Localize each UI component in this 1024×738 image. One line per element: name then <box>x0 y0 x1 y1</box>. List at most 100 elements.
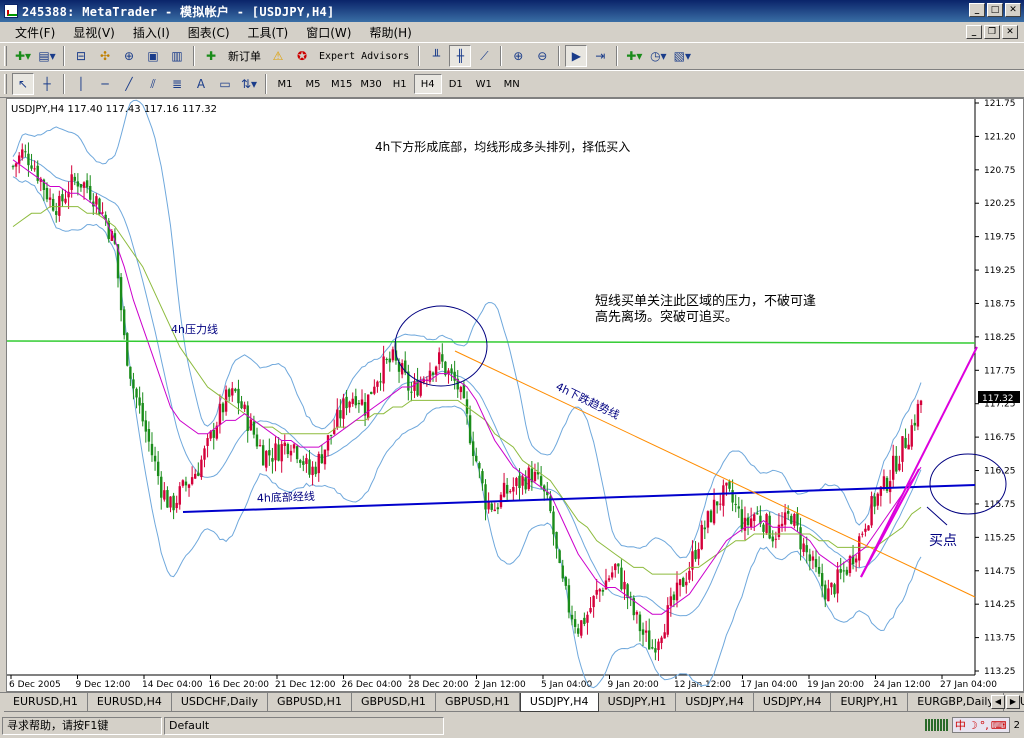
minimize-button[interactable]: _ <box>969 3 985 17</box>
bar-chart-icon[interactable]: ╨ <box>425 45 447 67</box>
chart-tab[interactable]: EURUSD,H4 <box>87 693 172 712</box>
profiles-icon[interactable]: ▤▾ <box>36 45 58 67</box>
fibonacci-icon[interactable]: ≣ <box>166 73 188 95</box>
y-tick-label: 114.75 <box>984 567 1016 577</box>
timeframe-w1[interactable]: W1 <box>470 74 498 94</box>
cursor-icon[interactable]: ↖ <box>12 73 34 95</box>
mdi-restore-button[interactable]: ❐ <box>984 25 1000 39</box>
candle-body <box>471 441 475 457</box>
candle-body <box>299 460 302 463</box>
trendline-icon[interactable]: ╱ <box>118 73 140 95</box>
menu-window[interactable]: 窗口(W) <box>297 24 360 41</box>
ime-moon-icon[interactable]: ☽ <box>968 719 978 732</box>
candle-body <box>564 577 568 586</box>
candle-body <box>48 197 52 200</box>
price-chart[interactable]: 121.75 121.20 120.75 120.25 119.75 119.25 118.… <box>6 99 1023 691</box>
candle-body <box>845 569 849 575</box>
crosshair-icon[interactable]: ┼ <box>36 73 58 95</box>
candlestick-icon[interactable]: ╫ <box>449 45 472 67</box>
resistance-line[interactable] <box>6 340 976 344</box>
candle-body <box>638 614 642 632</box>
candle-body <box>768 515 771 539</box>
terminal-icon[interactable]: ▣ <box>142 45 164 67</box>
chart-tab[interactable]: USDJPY,H4 <box>676 693 754 712</box>
chart-tab[interactable]: EURUSD,H1 <box>4 693 88 712</box>
resistance-label: 4h压力线 <box>171 322 218 336</box>
candle-body <box>357 402 361 405</box>
menu-help[interactable]: 帮助(H) <box>360 24 420 41</box>
ime-punct-icon[interactable]: °, <box>980 719 989 732</box>
new-order-button[interactable]: 新订单 <box>224 45 265 67</box>
indicators-icon[interactable]: ✚▾ <box>623 45 645 67</box>
text-icon[interactable]: A <box>190 73 212 95</box>
tab-scroll-left-icon[interactable]: ◀ <box>991 695 1005 709</box>
new-order-icon[interactable]: ✚ <box>200 45 222 67</box>
chart-tab[interactable]: USDCHF,Daily <box>171 693 268 712</box>
mdi-minimize-button[interactable]: _ <box>966 25 982 39</box>
equidistant-channel-icon[interactable]: ⫽ <box>142 73 164 95</box>
ime-chinese-icon[interactable]: 中 <box>955 717 966 733</box>
chart-tab[interactable]: EURGBP,Daily <box>908 693 1004 712</box>
chart-window[interactable]: 121.75 121.20 120.75 120.25 119.75 119.25 118.… <box>6 98 1024 692</box>
horizontal-line-icon[interactable]: ─ <box>94 73 116 95</box>
candle-body <box>141 402 144 422</box>
templates-icon[interactable]: ▧▾ <box>671 45 693 67</box>
line-chart-icon[interactable]: ⟋ <box>473 45 495 67</box>
chart-tab[interactable]: GBPUSD,H1 <box>351 693 436 712</box>
vertical-line-icon[interactable]: │ <box>70 73 92 95</box>
timeframe-h1[interactable]: H1 <box>386 74 414 94</box>
app-icon <box>4 4 18 18</box>
expert-advisors-icon[interactable]: ✪ <box>291 45 313 67</box>
strategy-tester-icon[interactable]: ▥ <box>166 45 188 67</box>
menu-insert[interactable]: 插入(I) <box>124 24 179 41</box>
chart-tab[interactable]: GBPUSD,H1 <box>435 693 520 712</box>
candle-body <box>518 475 521 489</box>
timeframe-m1[interactable]: M1 <box>271 74 299 94</box>
candle-body <box>870 496 873 526</box>
candle-body <box>604 580 608 590</box>
candle-body <box>904 437 907 448</box>
close-button[interactable]: ✕ <box>1005 3 1021 17</box>
timeframe-d1[interactable]: D1 <box>442 74 470 94</box>
menu-view[interactable]: 显视(V) <box>64 24 124 41</box>
timeframe-mn[interactable]: MN <box>498 74 526 94</box>
timeframe-m5[interactable]: M5 <box>299 74 327 94</box>
chart-tab[interactable]: USDJPY,H4 <box>519 693 599 712</box>
menu-charts[interactable]: 图表(C) <box>179 24 239 41</box>
timeframe-m30[interactable]: M30 <box>356 74 385 94</box>
zoom-in-icon[interactable]: ⊕ <box>507 45 529 67</box>
arrows-icon[interactable]: ⇅▾ <box>238 73 260 95</box>
data-window-icon[interactable]: ⊕ <box>118 45 140 67</box>
timeframe-m15[interactable]: M15 <box>327 74 356 94</box>
candle-body <box>61 194 64 202</box>
candle-body <box>240 401 243 409</box>
ime-indicator[interactable]: 中 ☽ °, ⌨ <box>951 717 1010 733</box>
market-watch-icon[interactable]: ⊟ <box>70 45 92 67</box>
mdi-close-button[interactable]: ✕ <box>1002 25 1018 39</box>
chart-tab[interactable]: EURJPY,H1 <box>831 693 909 712</box>
candle-body <box>336 409 339 428</box>
candle-body <box>382 356 385 384</box>
chart-tab[interactable]: GBPUSD,H1 <box>267 693 352 712</box>
navigator-icon[interactable]: ✣ <box>94 45 116 67</box>
menu-tools[interactable]: 工具(T) <box>239 24 298 41</box>
expert-advisors-button[interactable]: Expert Advisors <box>315 45 413 67</box>
chart-tab[interactable]: USDJPY,H4 <box>753 693 832 712</box>
auto-scroll-icon[interactable]: ▶ <box>565 45 588 67</box>
new-chart-icon[interactable]: ✚▾ <box>12 45 34 67</box>
candle-body <box>746 517 750 526</box>
tab-scroll-right-icon[interactable]: ▶ <box>1006 695 1020 709</box>
candle-body <box>302 461 305 465</box>
zoom-out-icon[interactable]: ⊖ <box>531 45 553 67</box>
candle-body <box>138 397 141 406</box>
ime-keyboard-icon[interactable]: ⌨ <box>991 719 1007 732</box>
chart-shift-icon[interactable]: ⇥ <box>589 45 611 67</box>
warning-icon[interactable]: ⚠ <box>267 45 289 67</box>
periods-icon[interactable]: ◷▾ <box>647 45 669 67</box>
text-label-icon[interactable]: ▭ <box>214 73 236 95</box>
chart-tab[interactable]: USDJPY,H1 <box>598 693 677 712</box>
menu-file[interactable]: 文件(F) <box>6 24 64 41</box>
candle-body <box>706 511 710 528</box>
maximize-button[interactable]: □ <box>987 3 1003 17</box>
timeframe-h4[interactable]: H4 <box>413 74 442 94</box>
